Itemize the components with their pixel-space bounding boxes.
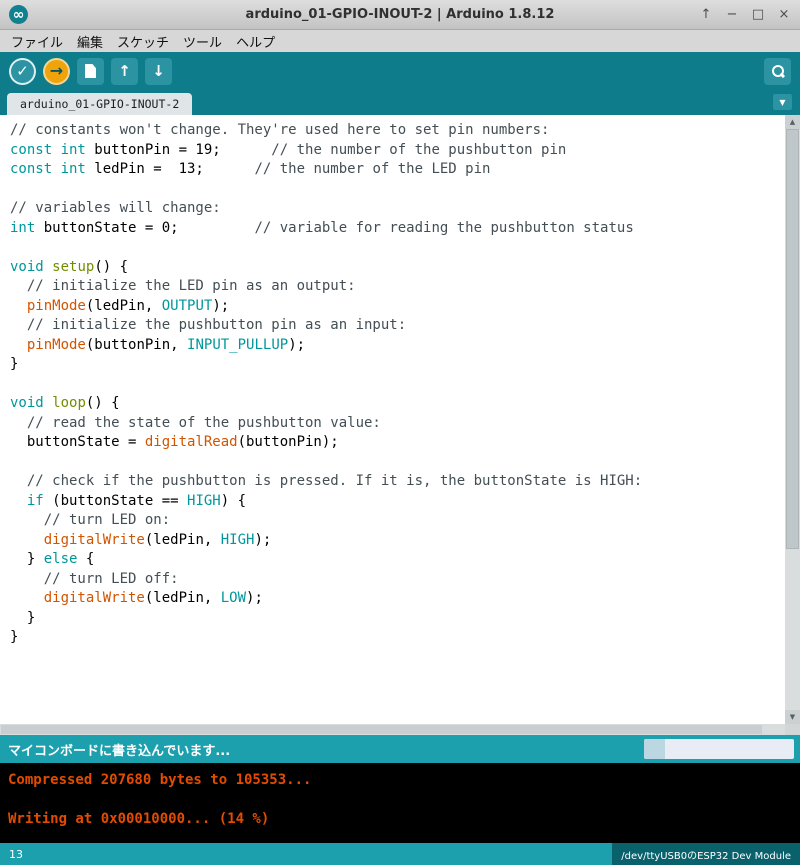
code-line: // variables will change:	[10, 199, 780, 219]
code-line: const int ledPin = 13; // the number of …	[10, 160, 780, 180]
toolbar: ✓ → ↑ ↓	[0, 52, 800, 90]
code-line: // constants won't change. They're used …	[10, 121, 780, 141]
arrow-right-icon: →	[50, 63, 63, 79]
upload-button[interactable]: →	[43, 58, 70, 85]
code-line: }	[10, 628, 780, 648]
footer-bar: 13 /dev/ttyUSB0のESP32 Dev Module	[0, 843, 800, 865]
scroll-up-icon[interactable]: ▲	[785, 115, 800, 129]
status-message: マイコンボードに書き込んでいます...	[8, 740, 230, 759]
code-line: } else {	[10, 550, 780, 570]
menu-item-edit[interactable]: 編集	[70, 31, 110, 52]
code-line: // turn LED on:	[10, 511, 780, 531]
upload-progress-bar	[644, 739, 794, 759]
rollup-icon[interactable]: ↑	[699, 8, 713, 21]
console-line	[8, 791, 792, 811]
editor-horizontal-scrollbar[interactable]	[0, 724, 785, 735]
code-line: // read the state of the pushbutton valu…	[10, 414, 780, 434]
console-line: Writing at 0x00010000... (14 %)	[8, 810, 792, 830]
code-line: void loop() {	[10, 394, 780, 414]
menubar: ファイル 編集 スケッチ ツール ヘルプ	[0, 30, 800, 52]
tab-list-button[interactable]: ▼	[773, 94, 792, 110]
close-icon[interactable]: ×	[777, 8, 791, 21]
chevron-down-icon: ▼	[779, 98, 785, 107]
menu-item-help[interactable]: ヘルプ	[229, 31, 282, 52]
scroll-down-icon[interactable]: ▼	[785, 710, 800, 724]
open-button[interactable]: ↑	[111, 58, 138, 85]
check-icon: ✓	[16, 64, 29, 79]
code-line: buttonState = digitalRead(buttonPin);	[10, 433, 780, 453]
scrollbar-corner	[785, 724, 800, 735]
code-line	[10, 180, 780, 200]
code-line: // check if the pushbutton is pressed. I…	[10, 472, 780, 492]
code-line	[10, 238, 780, 258]
tab-strip: arduino_01-GPIO-INOUT-2 ▼	[0, 90, 800, 115]
titlebar: ∞ arduino_01-GPIO-INOUT-2 | Arduino 1.8.…	[0, 0, 800, 30]
serial-monitor-button[interactable]	[764, 58, 791, 85]
arduino-ide-window: ∞ arduino_01-GPIO-INOUT-2 | Arduino 1.8.…	[0, 0, 800, 865]
code-editor[interactable]: // constants won't change. They're used …	[0, 115, 800, 735]
code-line	[10, 453, 780, 473]
code-line: digitalWrite(ledPin, HIGH);	[10, 531, 780, 551]
verify-button[interactable]: ✓	[9, 58, 36, 85]
new-document-icon	[85, 64, 96, 78]
magnifier-icon	[771, 64, 785, 78]
code-line: digitalWrite(ledPin, LOW);	[10, 589, 780, 609]
code-line: int buttonState = 0; // variable for rea…	[10, 219, 780, 239]
code-area[interactable]: // constants won't change. They're used …	[10, 121, 780, 648]
window-title: arduino_01-GPIO-INOUT-2 | Arduino 1.8.12	[0, 7, 800, 22]
code-line: pinMode(ledPin, OUTPUT);	[10, 297, 780, 317]
menu-item-file[interactable]: ファイル	[4, 31, 70, 52]
save-button[interactable]: ↓	[145, 58, 172, 85]
code-line: // initialize the LED pin as an output:	[10, 277, 780, 297]
horizontal-scroll-thumb[interactable]	[1, 725, 762, 734]
console-output[interactable]: Compressed 207680 bytes to 105353... Wri…	[0, 763, 800, 843]
code-line: // initialize the pushbutton pin as an i…	[10, 316, 780, 336]
code-line: // turn LED off:	[10, 570, 780, 590]
new-sketch-button[interactable]	[77, 58, 104, 85]
menu-item-tools[interactable]: ツール	[176, 31, 229, 52]
vertical-scroll-thumb[interactable]	[786, 129, 799, 549]
tab-sketch[interactable]: arduino_01-GPIO-INOUT-2	[7, 93, 192, 115]
code-line: const int buttonPin = 19; // the number …	[10, 141, 780, 161]
status-bar: マイコンボードに書き込んでいます...	[0, 735, 800, 763]
minimize-icon[interactable]: −	[725, 8, 739, 21]
tab-label: arduino_01-GPIO-INOUT-2	[20, 97, 179, 111]
line-number: 13	[9, 848, 23, 861]
board-port-info: /dev/ttyUSB0のESP32 Dev Module	[612, 843, 800, 865]
menu-item-sketch[interactable]: スケッチ	[110, 31, 176, 52]
editor-vertical-scrollbar[interactable]: ▲ ▼	[785, 115, 800, 724]
code-line: if (buttonState == HIGH) {	[10, 492, 780, 512]
console-line: Compressed 207680 bytes to 105353...	[8, 771, 792, 791]
code-line: pinMode(buttonPin, INPUT_PULLUP);	[10, 336, 780, 356]
code-line: }	[10, 355, 780, 375]
code-line	[10, 375, 780, 395]
code-line: }	[10, 609, 780, 629]
arduino-logo-icon: ∞	[9, 5, 28, 24]
upload-progress-fill	[644, 739, 665, 759]
maximize-icon[interactable]: □	[751, 8, 765, 21]
window-controls: ↑ − □ ×	[699, 8, 791, 21]
arrow-up-icon: ↑	[118, 64, 131, 79]
code-line: void setup() {	[10, 258, 780, 278]
arrow-down-icon: ↓	[152, 64, 165, 79]
